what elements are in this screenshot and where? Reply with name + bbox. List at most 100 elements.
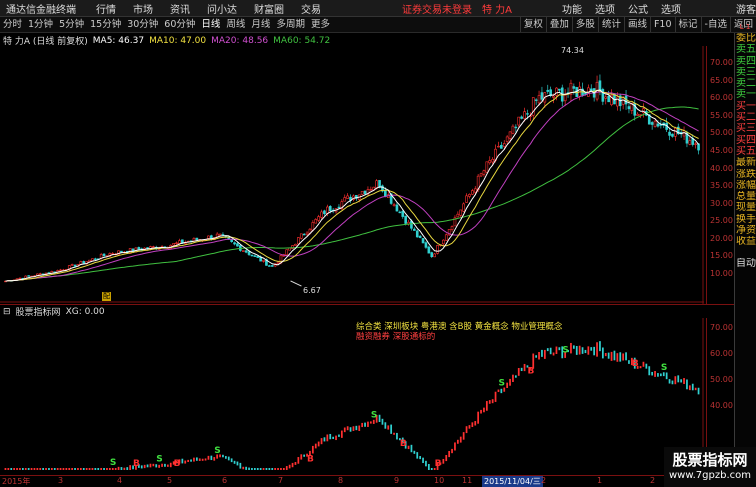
candle-body[interactable] [102,253,106,257]
candle-body[interactable] [337,206,341,209]
candle-body[interactable] [302,233,306,236]
candle-body[interactable] [546,89,550,92]
indicator-chart[interactable]: S B S B S B S B B S B S B S [0,318,704,475]
panel-item-19[interactable]: 自动 [735,258,756,269]
candle-body[interactable] [276,261,280,264]
candle-body[interactable] [328,206,332,212]
candle-body[interactable] [346,195,349,199]
tab-5min[interactable]: 5分钟 [56,17,87,32]
candle-body[interactable] [627,106,631,110]
btn-adjust[interactable]: 复权 [519,17,546,32]
candle-body[interactable] [285,249,289,256]
btn-f10[interactable]: F10 [649,17,675,32]
candle-body[interactable] [195,237,199,241]
candle-body[interactable] [59,269,62,272]
candle-body[interactable] [294,243,297,246]
candle-body[interactable] [378,180,381,188]
candle-body[interactable] [430,252,434,258]
candle-body[interactable] [38,273,42,275]
candle-body[interactable] [482,170,486,175]
tab-15min[interactable]: 15分钟 [87,17,124,32]
event-marker-icon[interactable]: 配 [102,292,111,301]
candle-body[interactable] [563,94,567,102]
candle-body[interactable] [375,180,378,189]
candle-body[interactable] [433,253,436,258]
candle-body[interactable] [459,209,463,216]
candle-body[interactable] [465,195,468,203]
candle-body[interactable] [502,143,506,147]
candle-body[interactable] [70,264,74,266]
candle-body[interactable] [508,131,512,139]
candle-body[interactable] [120,250,123,253]
candle-body[interactable] [175,242,178,244]
candle-body[interactable] [497,145,500,148]
candle-body[interactable] [534,99,538,101]
candle-body[interactable] [233,242,236,245]
candle-body[interactable] [244,250,248,253]
candle-body[interactable] [674,127,677,137]
candle-body[interactable] [601,89,605,102]
candle-body[interactable] [468,194,471,197]
tab-1min[interactable]: 1分钟 [25,17,56,32]
candle-body[interactable] [424,242,428,248]
tab-30min[interactable]: 30分钟 [124,17,161,32]
candle-body[interactable] [369,189,373,191]
candle-body[interactable] [526,113,529,115]
candle-body[interactable] [650,122,654,125]
candle-body[interactable] [317,216,320,221]
menu-trade[interactable]: 交易 [301,1,321,16]
candle-body[interactable] [485,161,489,173]
menu-ask[interactable]: 问小达 [207,1,237,16]
candle-body[interactable] [192,238,196,242]
tab-weekly[interactable]: 周线 [223,17,248,32]
btn-stats[interactable]: 统计 [597,17,624,32]
tab-60min[interactable]: 60分钟 [161,17,198,32]
candle-body[interactable] [398,211,402,214]
panel-red-badge[interactable]: L 1 [736,23,754,31]
btn-overlay[interactable]: 叠加 [545,17,572,32]
candle-body[interactable] [311,222,315,231]
candle-body[interactable] [218,233,222,236]
candle-body[interactable] [523,111,526,119]
candle-body[interactable] [418,235,422,238]
candle-body[interactable] [427,246,431,254]
candle-body[interactable] [697,143,700,151]
indicator-title[interactable]: 股票指标网 [16,305,61,318]
candle-body[interactable] [456,213,460,218]
candle-body[interactable] [299,233,303,239]
candle-body[interactable] [471,190,474,195]
candle-body[interactable] [392,204,396,206]
menu-news[interactable]: 资讯 [170,1,190,16]
price-chart[interactable] [0,46,704,304]
candle-body[interactable] [241,250,245,252]
btn-mark[interactable]: 标记 [674,17,701,32]
candle-body[interactable] [91,258,94,262]
candle-body[interactable] [636,113,639,116]
candle-body[interactable] [668,131,671,136]
candle-body[interactable] [653,120,657,127]
menu-wealth[interactable]: 财富圈 [254,1,284,16]
candle-body[interactable] [491,158,494,163]
candle-body[interactable] [520,116,523,119]
candle-body[interactable] [572,86,576,89]
candle-body[interactable] [94,258,97,260]
menu-function[interactable]: 功能 [562,1,582,16]
candle-body[interactable] [314,219,318,224]
candle-body[interactable] [323,210,326,215]
candle-body[interactable] [27,275,30,277]
candle-body[interactable] [671,133,674,137]
login-alert[interactable]: 证券交易未登录 [402,1,472,16]
candle-body[interactable] [488,160,492,164]
candle-body[interactable] [207,235,210,239]
candle-body[interactable] [401,210,405,217]
candle-body[interactable] [305,232,309,235]
candle-body[interactable] [500,144,503,149]
candle-body[interactable] [584,92,587,95]
tab-more[interactable]: 更多 [308,17,333,32]
candle-body[interactable] [537,95,541,104]
indicator-menu-icon[interactable]: ⊟ [3,307,11,317]
candle-body[interactable] [404,215,407,224]
candle-body[interactable] [517,116,521,126]
candle-body[interactable] [172,242,175,246]
candle-body[interactable] [444,234,448,241]
